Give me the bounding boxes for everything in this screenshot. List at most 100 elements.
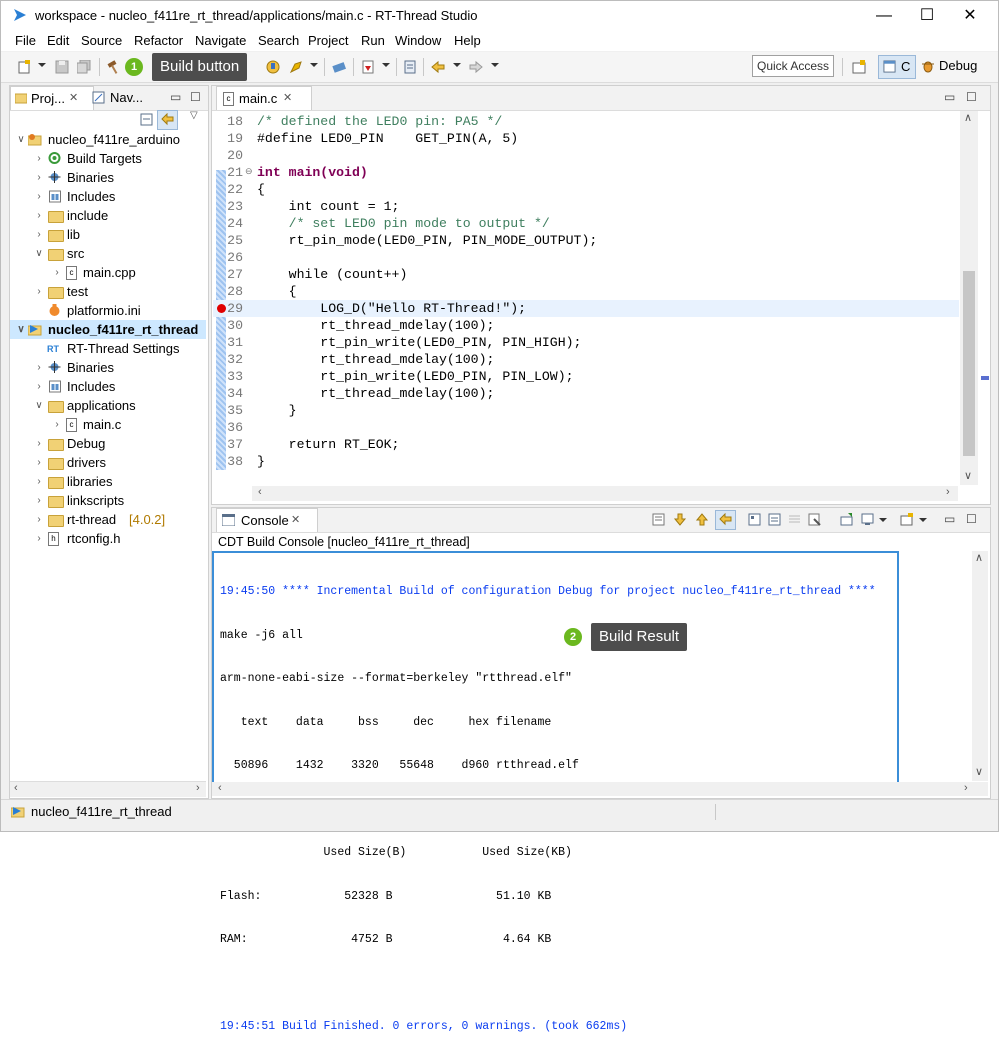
scroll-left-icon[interactable]: ‹ bbox=[258, 486, 262, 498]
menu-refactor[interactable]: Refactor bbox=[134, 33, 183, 48]
tree-item-build-targets[interactable]: › Build Targets bbox=[10, 149, 206, 168]
collapsed-chevron-icon[interactable]: › bbox=[34, 510, 44, 529]
scroll-down-icon[interactable]: ∨ bbox=[975, 765, 983, 778]
overview-ruler-marker[interactable] bbox=[981, 376, 989, 380]
expanded-chevron-icon[interactable]: ∨ bbox=[16, 320, 26, 339]
expanded-chevron-icon[interactable]: ∨ bbox=[34, 396, 44, 415]
collapsed-chevron-icon[interactable]: › bbox=[34, 282, 44, 301]
terminal-icon[interactable] bbox=[403, 60, 417, 74]
tree-item-includes[interactable]: › Includes bbox=[10, 377, 206, 396]
collapsed-chevron-icon[interactable]: › bbox=[34, 187, 44, 206]
new-dropdown-icon[interactable] bbox=[38, 63, 46, 67]
collapsed-chevron-icon[interactable]: › bbox=[34, 453, 44, 472]
tree-item-drivers-folder[interactable]: › drivers bbox=[10, 453, 206, 472]
collapsed-chevron-icon[interactable]: › bbox=[34, 529, 44, 548]
tree-item-debug-folder[interactable]: › Debug bbox=[10, 434, 206, 453]
download-icon[interactable] bbox=[266, 60, 280, 74]
tab-close-icon[interactable]: ✕ bbox=[291, 509, 300, 532]
menu-run[interactable]: Run bbox=[361, 33, 385, 48]
scroll-lock-button[interactable] bbox=[715, 510, 736, 530]
tree-item-rt-thread-settings[interactable]: RT RT-Thread Settings bbox=[10, 339, 206, 358]
clear-console-icon[interactable] bbox=[808, 513, 821, 526]
previous-error-icon[interactable] bbox=[696, 513, 709, 526]
tree-item-lib-folder[interactable]: › lib bbox=[10, 225, 206, 244]
collapsed-chevron-icon[interactable]: › bbox=[34, 472, 44, 491]
open-perspective-icon[interactable] bbox=[852, 60, 866, 74]
debug-download-icon[interactable] bbox=[361, 60, 375, 74]
scroll-up-icon[interactable]: ∧ bbox=[975, 551, 983, 564]
forward-dropdown-icon[interactable] bbox=[491, 63, 499, 67]
tab-close-icon[interactable]: ✕ bbox=[283, 87, 292, 110]
word-wrap-icon[interactable] bbox=[768, 513, 781, 526]
scroll-left-icon[interactable]: ‹ bbox=[14, 782, 18, 794]
minimize-view-icon[interactable]: ▭ bbox=[170, 90, 181, 104]
save-all-icon[interactable] bbox=[77, 60, 91, 74]
collapsed-chevron-icon[interactable]: › bbox=[34, 377, 44, 396]
copy-build-log-icon[interactable] bbox=[748, 513, 761, 526]
fold-icon[interactable]: ⊖ bbox=[245, 164, 253, 181]
c-perspective-button[interactable]: C bbox=[878, 55, 916, 79]
run-rocket-icon[interactable] bbox=[289, 60, 303, 74]
tree-item-project-arduino[interactable]: ∨ nucleo_f411re_arduino bbox=[10, 130, 206, 149]
tree-item-binaries[interactable]: › Binaries bbox=[10, 168, 206, 187]
scroll-up-icon[interactable]: ∧ bbox=[964, 111, 972, 124]
back-dropdown-icon[interactable] bbox=[453, 63, 461, 67]
editor-vertical-scrollbar[interactable]: ∧ ∨ bbox=[960, 111, 978, 485]
link-with-editor-button[interactable] bbox=[157, 110, 178, 130]
maximize-console-icon[interactable]: ☐ bbox=[966, 512, 977, 526]
close-button[interactable]: ✕ bbox=[953, 5, 987, 27]
menu-project[interactable]: Project bbox=[308, 33, 348, 48]
tree-item-src-folder[interactable]: ∨ src bbox=[10, 244, 206, 263]
minimize-console-icon[interactable]: ▭ bbox=[944, 512, 955, 526]
save-icon[interactable] bbox=[55, 60, 69, 74]
menu-navigate[interactable]: Navigate bbox=[195, 33, 246, 48]
next-error-icon[interactable] bbox=[674, 513, 687, 526]
scroll-right-icon[interactable]: › bbox=[946, 486, 950, 498]
minimize-editor-icon[interactable]: ▭ bbox=[944, 90, 955, 104]
console-horizontal-scrollbar[interactable]: ‹ › bbox=[212, 782, 988, 796]
menu-edit[interactable]: Edit bbox=[47, 33, 69, 48]
back-arrow-icon[interactable] bbox=[431, 60, 445, 74]
tree-item-includes[interactable]: › Includes bbox=[10, 187, 206, 206]
tree-item-platformio-ini[interactable]: platformio.ini bbox=[10, 301, 206, 320]
build-hammer-icon[interactable] bbox=[107, 60, 121, 74]
menu-source[interactable]: Source bbox=[81, 33, 122, 48]
new-icon[interactable] bbox=[17, 60, 31, 74]
debug-dropdown-icon[interactable] bbox=[382, 63, 390, 67]
collapsed-chevron-icon[interactable]: › bbox=[34, 168, 44, 187]
tab-navigator[interactable]: Nav... bbox=[90, 86, 174, 109]
tree-item-main-c[interactable]: › c main.c bbox=[10, 415, 206, 434]
tree-item-test-folder[interactable]: › test bbox=[10, 282, 206, 301]
maximize-view-icon[interactable]: ☐ bbox=[190, 90, 201, 104]
tree-item-linkscripts-folder[interactable]: › linkscripts bbox=[10, 491, 206, 510]
open-console-dropdown-icon[interactable] bbox=[919, 518, 927, 522]
tree-item-applications-folder[interactable]: ∨ applications bbox=[10, 396, 206, 415]
scroll-right-icon[interactable]: › bbox=[196, 782, 200, 794]
collapsed-chevron-icon[interactable]: › bbox=[34, 206, 44, 225]
clear-console-disabled-icon[interactable] bbox=[788, 513, 801, 526]
tree-item-binaries[interactable]: › Binaries bbox=[10, 358, 206, 377]
maximize-editor-icon[interactable]: ☐ bbox=[966, 90, 977, 104]
expanded-chevron-icon[interactable]: ∨ bbox=[16, 130, 26, 149]
display-console-icon[interactable] bbox=[861, 513, 874, 526]
tree-item-project-rt-thread[interactable]: ∨ nucleo_f411re_rt_thread bbox=[10, 320, 206, 339]
console-output[interactable]: 19:45:50 **** Incremental Build of confi… bbox=[220, 556, 950, 1033]
collapsed-chevron-icon[interactable]: › bbox=[34, 149, 44, 168]
run-dropdown-icon[interactable] bbox=[310, 63, 318, 67]
pin-console-icon[interactable] bbox=[840, 513, 853, 526]
forward-arrow-icon[interactable] bbox=[469, 60, 483, 74]
open-console-icon[interactable] bbox=[900, 513, 913, 526]
collapsed-chevron-icon[interactable]: › bbox=[52, 415, 62, 434]
collapse-all-icon[interactable] bbox=[140, 113, 153, 126]
quick-access-field[interactable]: Quick Access bbox=[752, 55, 834, 77]
menu-help[interactable]: Help bbox=[454, 33, 481, 48]
scroll-right-icon[interactable]: › bbox=[964, 782, 968, 794]
tab-project-explorer[interactable]: Proj... ✕ bbox=[10, 86, 94, 110]
console-vertical-scrollbar[interactable]: ∧ ∨ bbox=[972, 551, 988, 781]
menu-file[interactable]: File bbox=[15, 33, 36, 48]
menu-window[interactable]: Window bbox=[395, 33, 441, 48]
minimize-button[interactable]: — bbox=[867, 5, 901, 27]
display-console-dropdown-icon[interactable] bbox=[879, 518, 887, 522]
scroll-left-icon[interactable]: ‹ bbox=[218, 782, 222, 794]
collapsed-chevron-icon[interactable]: › bbox=[34, 225, 44, 244]
